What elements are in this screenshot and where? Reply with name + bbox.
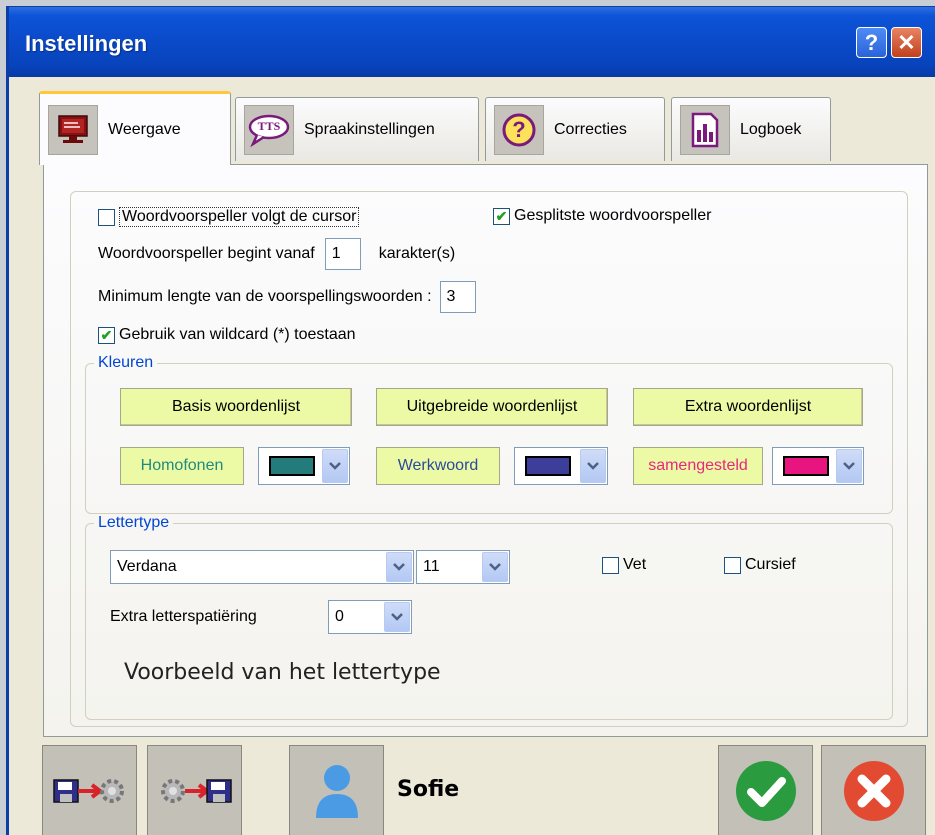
italic-checkbox[interactable] xyxy=(724,556,741,574)
tab-bar: Weergave TTS Spraakinstellingen ? Correc… xyxy=(39,91,919,165)
wildcard-option[interactable]: ✔ Gebruik van wildcard (*) toestaan xyxy=(98,326,356,344)
tts-icon-text: TTS xyxy=(257,119,281,133)
bold-option[interactable]: Vet xyxy=(602,556,646,574)
min-length-row: Minimum lengte van de voorspellingswoord… xyxy=(98,281,476,313)
chevron-down-icon[interactable] xyxy=(322,449,348,483)
tab-spraakinstellingen[interactable]: TTS Spraakinstellingen xyxy=(235,97,479,161)
close-button[interactable]: ✕ xyxy=(891,27,922,58)
spacing-label: Extra letterspatiëring xyxy=(110,608,257,625)
settings-window: Instellingen ? ✕ Weergave TTS Spraakinst… xyxy=(6,6,935,835)
chevron-down-icon[interactable] xyxy=(386,552,412,582)
follow-cursor-label: Woordvoorspeller volgt de cursor xyxy=(119,207,360,227)
extra-wordlist-button[interactable]: Extra woordenlijst xyxy=(633,388,863,426)
split-predictor-option[interactable]: ✔ Gesplitste woordvoorspeller xyxy=(493,207,711,225)
verb-color-select[interactable] xyxy=(514,447,608,485)
tab-label-spraakinstellingen: Spraakinstellingen xyxy=(304,120,435,138)
letter-spacing-select[interactable]: 0 xyxy=(328,600,412,634)
save-settings-button[interactable] xyxy=(42,745,137,835)
split-predictor-label: Gesplitste woordvoorspeller xyxy=(514,207,712,224)
font-size-select[interactable]: 11 xyxy=(416,550,510,584)
tts-icon: TTS xyxy=(244,104,294,155)
ok-button[interactable] xyxy=(718,745,813,835)
basic-wordlist-button[interactable]: Basis woordenlijst xyxy=(120,388,352,426)
font-size-value: 11 xyxy=(423,558,440,575)
help-circle-icon: ? xyxy=(494,104,544,155)
verb-label: Werkwoord xyxy=(376,447,500,485)
user-name: Sofie xyxy=(397,777,460,802)
font-name-value: Verdana xyxy=(117,558,177,575)
extended-wordlist-button[interactable]: Uitgebreide woordenlijst xyxy=(376,388,608,426)
user-profile-button[interactable] xyxy=(289,745,384,835)
split-predictor-checkbox[interactable]: ✔ xyxy=(493,207,510,225)
start-from-input[interactable]: 1 xyxy=(324,238,361,270)
gear-to-save-icon xyxy=(160,778,232,803)
font-group: Lettertype Verdana 11 Vet Cursief Extra … xyxy=(85,514,893,720)
help-button[interactable]: ? xyxy=(856,27,887,58)
chevron-down-icon[interactable] xyxy=(836,449,862,483)
font-legend: Lettertype xyxy=(98,514,170,531)
tab-correcties[interactable]: ? Correcties xyxy=(485,97,665,161)
homophones-color-swatch xyxy=(269,456,315,476)
follow-cursor-checkbox[interactable] xyxy=(98,208,115,226)
settings-group: Woordvoorspeller volgt de cursor ✔ Gespl… xyxy=(70,191,908,727)
bold-label: Vet xyxy=(623,556,647,573)
weergave-panel: Woordvoorspeller volgt de cursor ✔ Gespl… xyxy=(43,164,928,737)
monitor-icon xyxy=(48,104,98,155)
font-preview-text: Voorbeeld van het lettertype xyxy=(124,660,441,685)
cancel-circle-icon xyxy=(843,760,904,821)
compound-color-swatch xyxy=(783,456,829,476)
chevron-down-icon[interactable] xyxy=(384,602,410,632)
start-from-unit: karakter(s) xyxy=(378,245,456,262)
italic-label: Cursief xyxy=(745,556,796,573)
spacing-row: Extra letterspatiëring xyxy=(110,608,257,626)
start-from-label: Woordvoorspeller begint vanaf xyxy=(98,245,315,262)
font-name-select[interactable]: Verdana xyxy=(110,550,414,584)
tab-label-logboek: Logboek xyxy=(740,120,802,138)
colors-legend: Kleuren xyxy=(98,354,154,371)
bold-checkbox[interactable] xyxy=(602,556,619,574)
save-to-gear-icon xyxy=(52,778,124,803)
compound-label: samengesteld xyxy=(633,447,763,485)
homophones-color-select[interactable] xyxy=(258,447,350,485)
italic-option[interactable]: Cursief xyxy=(724,556,796,574)
user-avatar-icon xyxy=(315,764,358,818)
chevron-down-icon[interactable] xyxy=(482,552,508,582)
follow-cursor-option[interactable]: Woordvoorspeller volgt de cursor xyxy=(98,207,360,227)
tab-label-weergave: Weergave xyxy=(108,120,181,138)
homophones-label: Homofonen xyxy=(120,447,244,485)
wildcard-checkbox[interactable]: ✔ xyxy=(98,326,115,344)
letter-spacing-value: 0 xyxy=(335,608,344,625)
window-title: Instellingen xyxy=(25,31,148,56)
tab-logboek[interactable]: Logboek xyxy=(671,97,831,161)
load-settings-button[interactable] xyxy=(147,745,242,835)
bar-chart-icon xyxy=(680,104,730,155)
cancel-button[interactable] xyxy=(821,745,926,835)
min-length-label: Minimum lengte van de voorspellingswoord… xyxy=(98,288,432,305)
compound-color-select[interactable] xyxy=(772,447,864,485)
title-bar: Instellingen ? ✕ xyxy=(9,7,935,77)
min-length-input[interactable]: 3 xyxy=(439,281,476,313)
verb-color-swatch xyxy=(525,456,571,476)
tab-weergave[interactable]: Weergave xyxy=(39,91,231,165)
colors-group: Kleuren Basis woordenlijst Uitgebreide w… xyxy=(85,354,893,514)
help-circle-text: ? xyxy=(512,116,526,142)
tab-label-correcties: Correcties xyxy=(554,120,627,138)
wildcard-label: Gebruik van wildcard (*) toestaan xyxy=(119,326,356,343)
check-circle-icon xyxy=(735,760,796,821)
start-from-row: Woordvoorspeller begint vanaf 1 karakter… xyxy=(98,238,455,270)
chevron-down-icon[interactable] xyxy=(580,449,606,483)
